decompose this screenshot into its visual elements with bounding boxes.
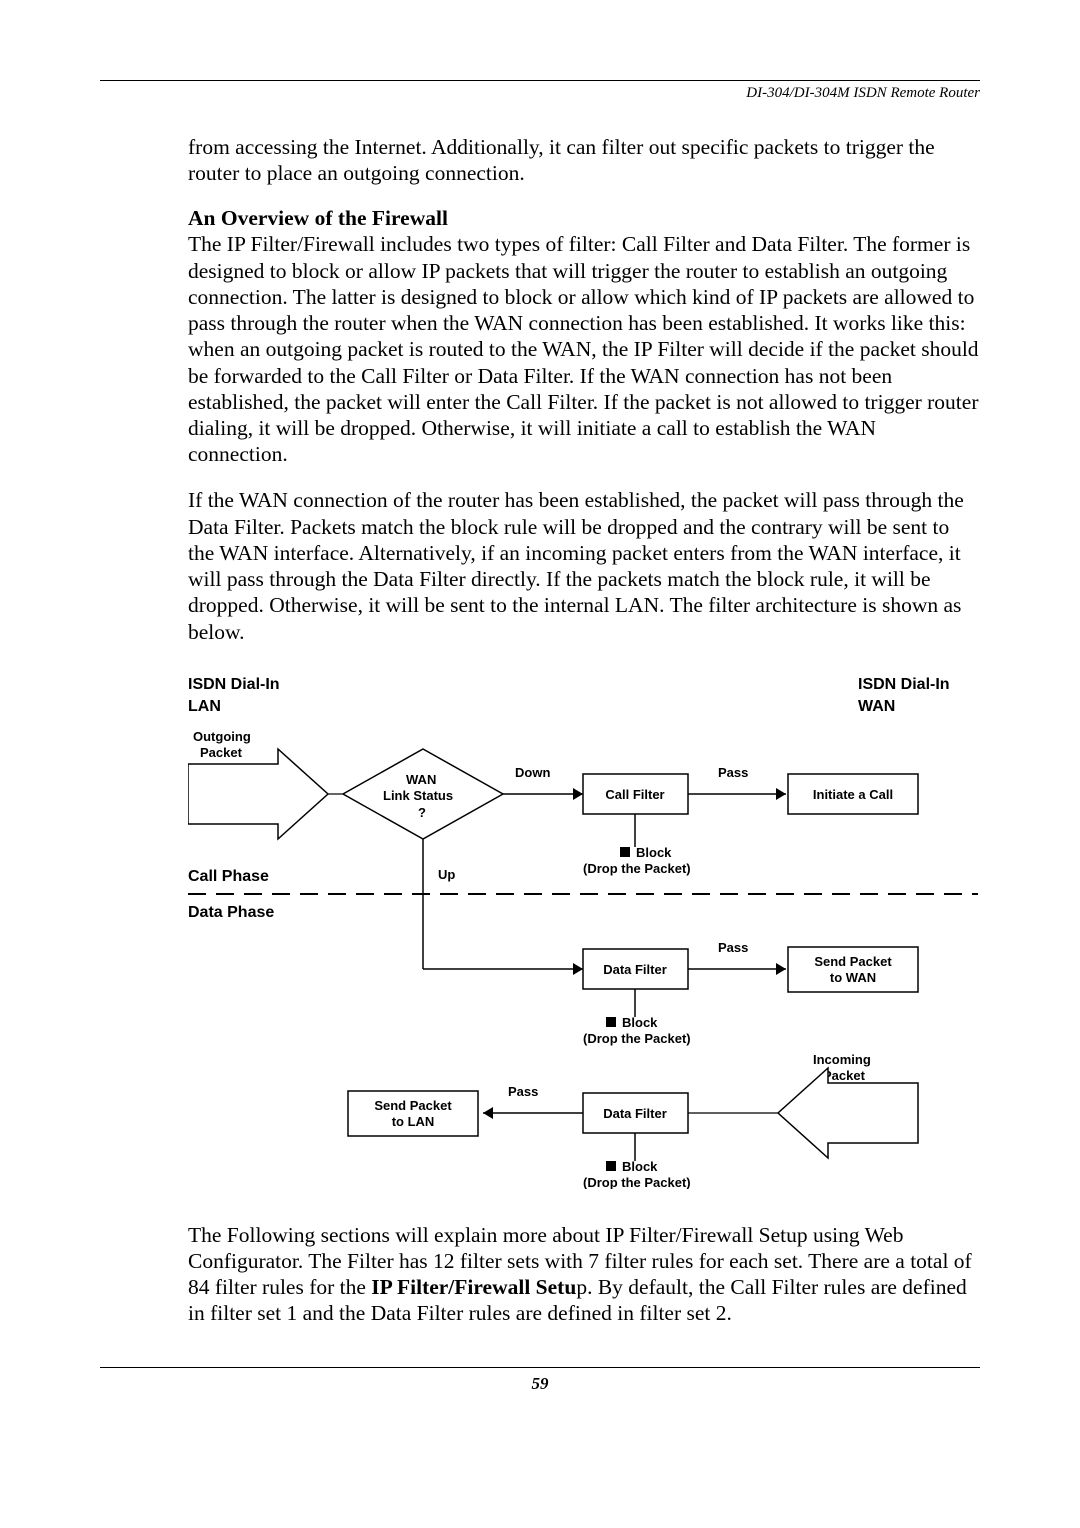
label-wan: WAN	[406, 772, 436, 787]
arrowhead-icon	[573, 788, 583, 800]
label-send-wan-1: Send Packet	[814, 954, 892, 969]
label-up: Up	[438, 867, 455, 882]
label-isdn-lan-2: LAN	[188, 698, 221, 715]
arrowhead-icon	[483, 1107, 493, 1119]
label-drop-3: (Drop the Packet)	[583, 1175, 691, 1189]
page: DI-304/DI-304M ISDN Remote Router from a…	[0, 0, 1080, 1454]
label-outgoing-2: Packet	[200, 745, 243, 760]
label-outgoing-1: Outgoing	[193, 729, 251, 744]
label-send-lan-1: Send Packet	[374, 1098, 452, 1113]
paragraph-3: If the WAN connection of the router has …	[188, 487, 980, 644]
paragraph-2: The IP Filter/Firewall includes two type…	[188, 231, 980, 467]
label-link-status: Link Status	[383, 788, 453, 803]
label-block-1: Block	[636, 845, 672, 860]
label-down: Down	[515, 765, 550, 780]
header-rule	[100, 80, 980, 81]
running-header: DI-304/DI-304M ISDN Remote Router	[100, 85, 980, 102]
paragraph-1: from accessing the Internet. Additionall…	[188, 134, 980, 186]
block-square-icon	[606, 1017, 616, 1027]
label-data-filter-2: Data Filter	[603, 1106, 667, 1121]
label-pass-3: Pass	[508, 1084, 538, 1099]
label-call-filter: Call Filter	[605, 787, 664, 802]
label-isdn-lan-1: ISDN Dial-In	[188, 676, 280, 693]
label-block-3: Block	[622, 1159, 658, 1174]
label-block-2: Block	[622, 1015, 658, 1030]
firewall-architecture-diagram: ISDN Dial-In LAN ISDN Dial-In WAN Outgoi…	[188, 669, 978, 1194]
label-send-wan-2: to WAN	[830, 970, 876, 985]
arrowhead-icon	[573, 963, 583, 975]
label-drop-2: (Drop the Packet)	[583, 1031, 691, 1046]
label-incoming-2: Packet	[823, 1068, 866, 1083]
arrowhead-icon	[776, 963, 786, 975]
arrowhead-icon	[776, 788, 786, 800]
label-send-lan-2: to LAN	[392, 1114, 435, 1129]
p4-bold: IP Filter/Firewall Setu	[371, 1275, 576, 1299]
label-isdn-wan-1: ISDN Dial-In	[858, 676, 950, 693]
label-data-phase: Data Phase	[188, 904, 274, 921]
footer-rule	[100, 1367, 980, 1368]
label-data-filter-1: Data Filter	[603, 962, 667, 977]
label-qmark: ?	[418, 805, 426, 820]
paragraph-4: The Following sections will explain more…	[188, 1222, 980, 1327]
section-title: An Overview of the Firewall	[188, 206, 980, 231]
block-square-icon	[606, 1161, 616, 1171]
label-call-phase: Call Phase	[188, 868, 269, 885]
outgoing-packet-arrow-icon	[188, 749, 328, 839]
label-initiate-call: Initiate a Call	[813, 787, 893, 802]
label-incoming-1: Incoming	[813, 1052, 871, 1067]
footer: 59	[100, 1367, 980, 1394]
label-pass-1: Pass	[718, 765, 748, 780]
label-drop-1: (Drop the Packet)	[583, 861, 691, 876]
label-isdn-wan-2: WAN	[858, 698, 895, 715]
page-number: 59	[100, 1374, 980, 1394]
block-square-icon	[620, 847, 630, 857]
label-pass-2: Pass	[718, 940, 748, 955]
